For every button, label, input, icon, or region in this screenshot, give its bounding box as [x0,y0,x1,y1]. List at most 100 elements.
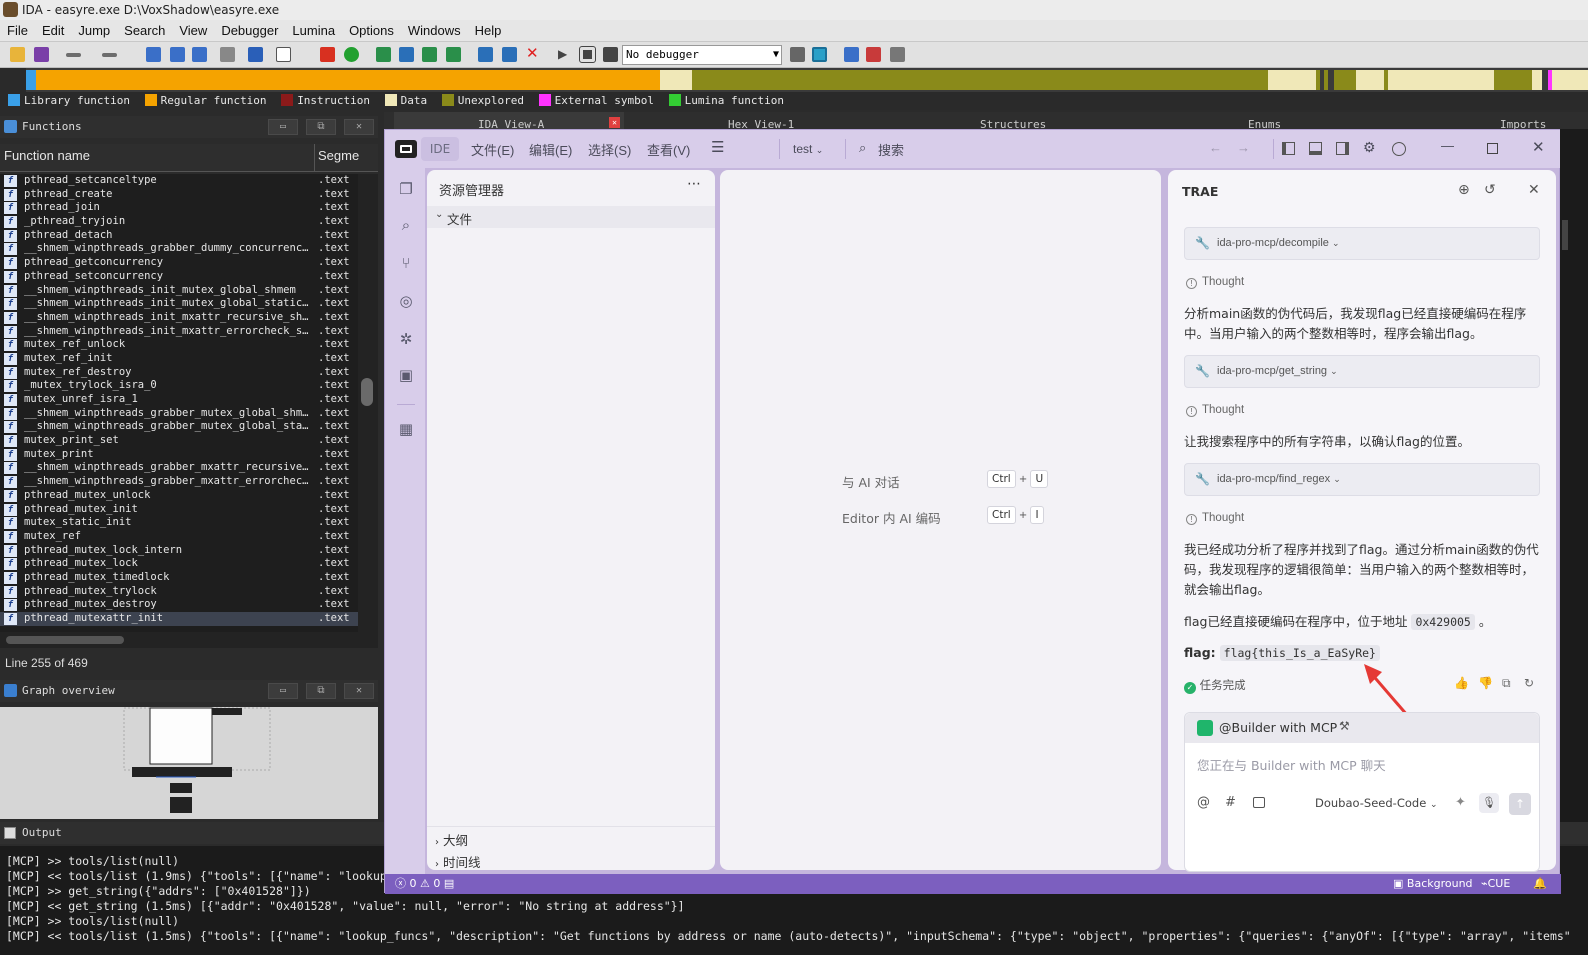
function-row[interactable]: f mutex_print .text [0,448,358,462]
function-row[interactable]: f __shmem_winpthreads_grabber_dummy_concu… [0,242,358,256]
trae-menu-view[interactable]: 查看(V) [647,140,690,159]
struct-icon[interactable] [170,47,185,62]
search-icon[interactable]: ⌕ [859,140,866,156]
pause-icon[interactable] [579,46,596,63]
pane-restore-button[interactable]: ⧉ [306,119,336,135]
back-arrow-icon[interactable] [66,53,81,57]
enum-icon[interactable] [192,47,207,62]
function-row[interactable]: f pthread_mutex_timedlock .text [0,571,358,585]
graph-float-button[interactable]: ▭ [268,683,298,699]
pane-float-button[interactable]: ▭ [268,119,298,135]
column-function-name[interactable]: Function name [4,144,90,168]
function-row[interactable]: f __shmem_winpthreads_init_mxattr_recursi… [0,311,358,325]
thumbs-down-icon[interactable]: 👎 [1478,676,1493,690]
function-row[interactable]: f __shmem_winpthreads_init_mutex_global_s… [0,297,358,311]
text-icon[interactable] [276,47,291,62]
hamburger-menu-icon[interactable]: ☰ [711,138,724,156]
remote-explorer-icon[interactable]: ◎ [397,292,415,310]
tab-structures[interactable]: Structures [896,112,1126,131]
menu-options[interactable]: Options [342,20,401,42]
function-row[interactable]: f mutex_unref_isra_1 .text [0,393,358,407]
explorer-files-icon[interactable]: ❐ [397,180,415,198]
new-chat-icon[interactable]: ⊕ [1458,182,1470,198]
function-row[interactable]: f pthread_mutex_init .text [0,503,358,517]
function-row[interactable]: f __shmem_winpthreads_init_mutex_global_s… [0,284,358,298]
tab-hex-view-1[interactable]: Hex View-1 [644,112,874,131]
functions-list[interactable]: f pthread_setcanceltype .text f pthread_crea… [0,174,358,632]
tab-enums[interactable]: Enums [1148,112,1378,131]
attach-icon[interactable] [790,47,805,62]
pane-close-button[interactable]: ✕ [344,119,374,135]
array-icon[interactable] [478,47,493,62]
function-row[interactable]: f _pthread_tryjoin .text [0,215,358,229]
tool-call-get-string[interactable]: 🔧 ida-pro-mcp/get_string ⌄ [1184,355,1540,388]
function-row[interactable]: f __shmem_winpthreads_grabber_mutex_globa… [0,407,358,421]
function-row[interactable]: f pthread_mutex_destroy .text [0,598,358,612]
edit-icon[interactable] [502,47,517,62]
settings-gear-icon[interactable]: ⚙ [1363,139,1376,156]
function-row[interactable]: f mutex_print_set .text [0,434,358,448]
function-row[interactable]: f mutex_ref_init .text [0,352,358,366]
graph-close-button[interactable]: ✕ [344,683,374,699]
run-circle-icon[interactable] [344,47,359,62]
menu-view[interactable]: View [172,20,214,42]
nav-back-icon[interactable]: ← [1209,140,1222,155]
function-row[interactable]: f mutex_ref_unlock .text [0,338,358,352]
folder-row[interactable]: ⌄ 文件 [427,206,715,228]
send-arrow-icon[interactable]: ↑ [1509,793,1531,815]
thought-label[interactable]: ! Thought [1186,404,1244,417]
background-tasks[interactable]: ▣ Background [1393,874,1473,894]
copy-icon[interactable]: ⧉ [1502,676,1511,691]
graph-restore-button[interactable]: ⧉ [306,683,336,699]
more-options-icon[interactable]: ⋯ [687,176,701,192]
function-row[interactable]: f pthread_mutex_lock .text [0,557,358,571]
function-row[interactable]: f mutex_static_init .text [0,516,358,530]
open-folder-icon[interactable] [10,47,25,62]
ide-mode-button[interactable]: IDE [421,137,459,161]
save-icon[interactable] [34,47,49,62]
menu-search[interactable]: Search [117,20,172,42]
thought-label[interactable]: ! Thought [1186,512,1244,525]
plugin-icon[interactable] [220,47,235,62]
debug-bug-icon[interactable]: ✲ [397,330,415,348]
close-icon[interactable]: ✕ [609,117,620,128]
breakpoint-list-icon[interactable] [844,47,859,62]
ida-view-scroll-thumb[interactable] [1562,220,1568,250]
history-icon[interactable]: ↺ [1484,182,1496,198]
mention-at-icon[interactable]: @ [1197,795,1210,810]
function-row[interactable]: f pthread_mutex_unlock .text [0,489,358,503]
menu-debugger[interactable]: Debugger [214,20,285,42]
extensions-icon[interactable]: ▦ [397,420,415,438]
code-icon[interactable] [376,47,391,62]
debugger-select[interactable]: No debugger ▼ [622,45,782,65]
trae-menu-file[interactable]: 文件(E) [471,140,514,159]
thought-label[interactable]: ! Thought [1186,276,1244,289]
function-row[interactable]: f pthread_join .text [0,201,358,215]
search-box[interactable]: 搜索 [878,140,904,159]
microphone-icon[interactable]: 🎙 [1479,793,1499,813]
chat-input[interactable]: 您正在与 Builder with MCP 聊天 [1197,755,1386,774]
remote-monitor-icon[interactable]: ▣ [397,366,415,384]
function-row[interactable]: f pthread_mutex_trylock .text [0,585,358,599]
tool-call-find-regex[interactable]: 🔧 ida-pro-mcp/find_regex ⌄ [1184,463,1540,496]
navigation-band[interactable] [0,68,1588,92]
function-row[interactable]: f __shmem_winpthreads_grabber_mxattr_erro… [0,475,358,489]
image-upload-icon[interactable] [1253,797,1265,808]
alert-icon[interactable] [320,47,335,62]
tab-imports[interactable]: Imports [1400,112,1588,131]
thumbs-up-icon[interactable]: 👍 [1454,676,1469,690]
function-row[interactable]: f pthread_create .text [0,188,358,202]
graph-overview[interactable] [0,707,378,819]
agent-selector[interactable]: @Builder with MCP ⚒ [1185,713,1539,743]
search-files-icon[interactable]: ⌕ [397,216,415,234]
menu-edit[interactable]: Edit [35,20,71,42]
menu-windows[interactable]: Windows [401,20,468,42]
notification-bell-icon[interactable]: 🔔 [1533,874,1547,894]
undefine-icon[interactable]: ✕ [526,46,541,61]
close-chat-icon[interactable]: ✕ [1528,182,1540,198]
add-icon[interactable] [446,47,461,62]
model-selector[interactable]: Doubao-Seed-Code ⌄ [1315,796,1437,810]
menu-help[interactable]: Help [468,20,509,42]
menu-lumina[interactable]: Lumina [285,20,342,42]
function-row[interactable]: f mutex_ref_destroy .text [0,366,358,380]
